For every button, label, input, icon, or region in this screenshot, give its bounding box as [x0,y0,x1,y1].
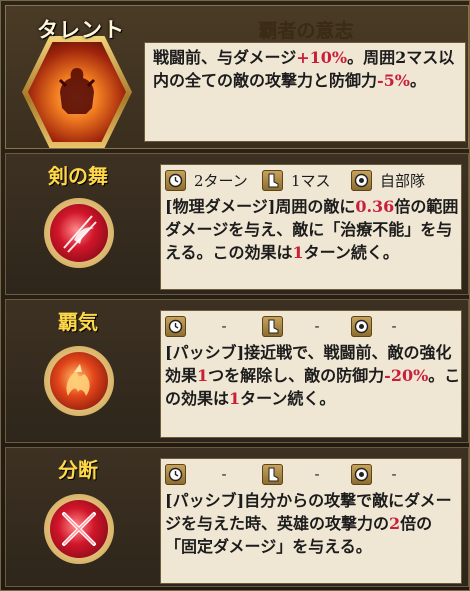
clock-icon [165,169,186,191]
description-text: ターン続く。 [303,243,399,262]
skill-icon-ring[interactable] [44,494,114,564]
range-value: - [314,317,320,335]
highlight-value: +10% [296,48,348,67]
skill-name: 分断 [58,458,98,482]
highlight-value: 2 [389,514,401,533]
description-text: [物理ダメージ]周囲の敵に [165,197,356,216]
skill-name: 剣の舞 [48,164,108,188]
crossed-blades-icon [50,500,108,558]
target-icon [351,169,372,191]
cooldown-value: - [221,317,227,335]
talent-description: 戦闘前、与ダメージ+10%。周囲2マス以内の全ての敵の攻撃力と防御力-5%。 [153,46,459,92]
skill-stats: - - - [165,462,457,486]
skill-icon-ring[interactable] [44,346,114,416]
skill-stats: - - - [165,314,457,338]
skill-detail-box: 2ターン 1マス 自部隊 [物理ダメージ]周囲の敵に0.36倍の範囲ダメージを与… [160,164,462,290]
sword-dance-icon [50,204,108,262]
skill-row: 剣の舞 2ターン 1マス 自部隊 [物理ダメージ]周囲の敵に0.36倍の範囲ダメ… [5,153,469,295]
skill-icon-ring[interactable] [44,198,114,268]
skill-name: 覇気 [58,310,98,334]
highlight-value: 0.36 [355,197,395,216]
skill-detail-box: - - - [パッシブ]自分からの攻撃で敵にダメージを与えた時、英雄の攻撃力の2… [160,458,462,584]
description-text: つを解除し、敵の防御力 [208,366,385,385]
skill-description: [パッシブ]自分からの攻撃で敵にダメージを与えた時、英雄の攻撃力の2倍の「固定ダ… [165,489,461,558]
skill-row: 覇気 - - - [パッシブ]接近戦で、戦闘前、敵の強化効果1つを解除し、敵の防… [5,299,469,443]
skill-description: [パッシブ]接近戦で、戦闘前、敵の強化効果1つを解除し、敵の防御力-20%。この… [165,341,461,410]
talent-skill-panel: タレント 覇者の意志 戦闘前、与ダメージ+10%。周囲2マス以内の全ての敵の攻撃… [0,0,470,591]
skill-stats: 2ターン 1マス 自部隊 [165,168,457,192]
description-text: 戦闘前、与ダメージ [153,48,297,67]
boot-icon [262,315,283,337]
talent-emblem [22,36,132,148]
description-text: ターン続く。 [240,389,336,408]
talent-description-box: 戦闘前、与ダメージ+10%。周囲2マス以内の全ての敵の攻撃力と防御力-5%。 [144,42,466,142]
range-value: - [314,465,320,483]
clock-icon [165,463,186,485]
boot-icon [262,463,283,485]
target-icon [351,463,372,485]
cooldown-value: - [221,465,227,483]
target-icon [351,315,372,337]
skill-row: 分断 - - - [パッシブ]自分からの攻撃で敵にダメージを与えた時、英雄の攻撃… [5,447,469,587]
target-value: - [391,465,397,483]
description-text: 。 [410,71,427,90]
target-value: - [391,317,397,335]
warlord-silhouette-icon [58,68,96,114]
clock-icon [165,315,186,337]
range-value: 1マス [291,171,331,190]
target-value: 自部隊 [380,171,426,190]
skill-description: [物理ダメージ]周囲の敵に0.36倍の範囲ダメージを与え、敵に「治療不能」を与え… [165,195,461,264]
talent-section: タレント 覇者の意志 戦闘前、与ダメージ+10%。周囲2マス以内の全ての敵の攻撃… [5,5,469,149]
talent-title: 覇者の意志 [258,20,354,42]
cooldown-value: 2ターン [194,171,248,190]
talent-label: タレント [37,17,125,42]
highlight-value: 1 [197,366,209,385]
highlight-value: 1 [229,389,241,408]
highlight-value: 1 [292,243,304,262]
skill-detail-box: - - - [パッシブ]接近戦で、戦闘前、敵の強化効果1つを解除し、敵の防御力-… [160,310,462,438]
boot-icon [262,169,283,191]
highlight-value: -20% [384,366,429,385]
highlight-value: -5% [377,71,410,90]
dragon-aura-icon [50,352,108,410]
